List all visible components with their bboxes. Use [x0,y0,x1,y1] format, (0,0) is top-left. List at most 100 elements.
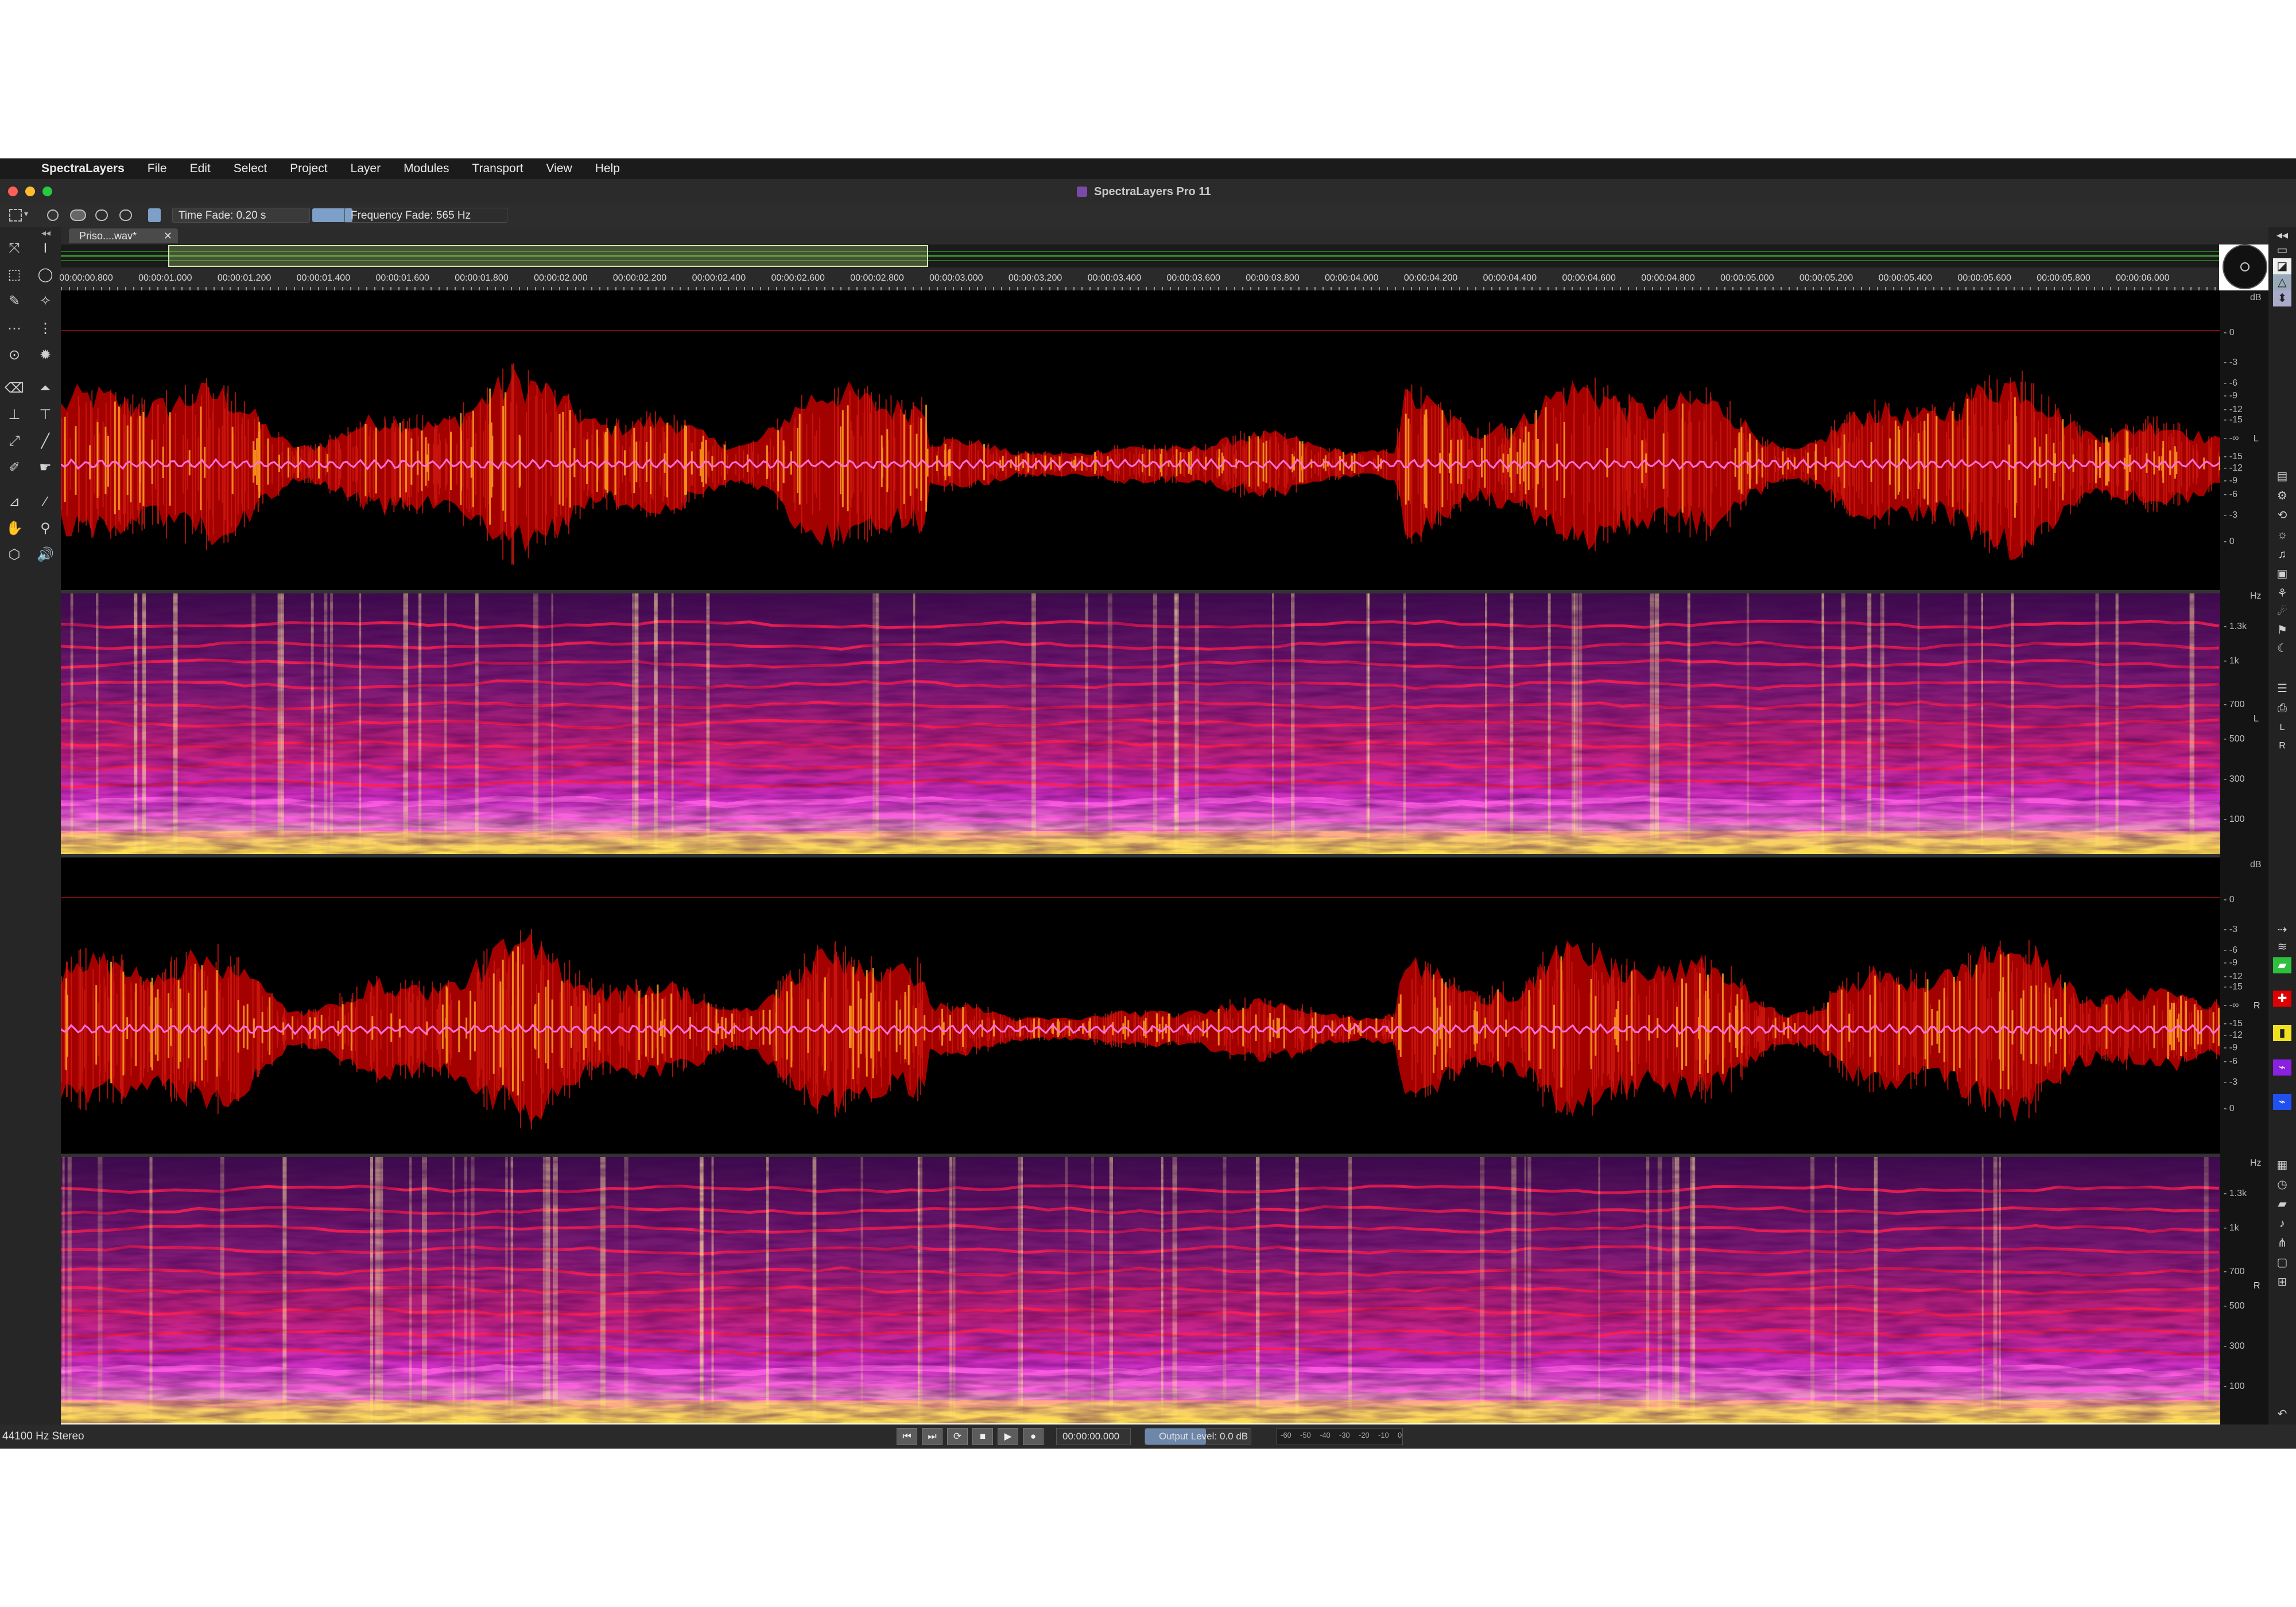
navigation-knob[interactable] [2223,244,2267,289]
frequency-fade-field[interactable]: Frequency Fade: 565 Hz [344,208,507,223]
spectro-settings-icon[interactable]: ▦ [2273,1157,2291,1173]
go-to-start-button[interactable]: ⏮ [897,1428,917,1445]
zoom-tool-icon[interactable]: ⚲ [34,518,56,539]
return-icon[interactable]: ↶ [2273,1406,2291,1422]
output-meter: -60 -50 -40 -30 -20 -10 0 [1277,1428,1403,1445]
selection-tool-icon[interactable] [9,209,22,222]
history-icon[interactable]: ⟲ [2273,507,2291,523]
smudge-tool-icon[interactable]: ☛ [34,457,56,479]
move-tool-icon[interactable]: ⤧ [3,238,25,259]
debleed-icon[interactable]: ⚑ [2273,622,2291,638]
square-icon[interactable]: ▢ [2273,1255,2291,1271]
editor-canvas[interactable] [61,290,2220,1423]
amplitude-tool-icon[interactable]: ⏶ [34,378,56,399]
stamp-icon[interactable]: ⊤ [34,404,56,426]
monitor-icon[interactable]: ⬍ [2273,290,2291,306]
menu-select[interactable]: Select [234,162,267,176]
note-icon[interactable]: ♪ [2273,1216,2291,1232]
close-window-button[interactable] [8,187,18,196]
menu-transport[interactable]: Transport [472,162,523,176]
time-display[interactable]: 00:00:00.000 [1056,1428,1131,1445]
plugin-icon[interactable]: ▣ [2273,566,2291,582]
spectral-view-icon[interactable]: ◪ [2273,258,2291,274]
collapse-toolbox-icon[interactable]: ◂◂ [41,227,51,239]
channel-right-toggle[interactable]: R [2273,738,2291,754]
clone-stamp-icon[interactable]: ⊥ [3,404,25,426]
time-fade-field[interactable]: Time Fade: 0.20 s [172,208,310,223]
printer-icon[interactable]: ⎙ [2273,700,2291,716]
rectangle-select-icon[interactable]: ⬚ [3,264,25,286]
file-tab[interactable]: Priso....wav* ✕ [69,228,178,243]
stack-icon[interactable]: ≋ [2273,939,2291,955]
unmix-icon[interactable]: ⚘ [2273,585,2291,601]
channel-label-left: L [2254,434,2259,444]
output-level-field[interactable]: Output Level: 0.0 dB [1145,1428,1251,1445]
cube-icon[interactable]: ⬡ [3,544,25,566]
ruler-tick-label: 00:00:01.600 [375,273,429,283]
speaker-icon[interactable]: 🔊 [34,544,56,566]
overview-strip[interactable] [61,244,2219,267]
pen-tool-icon[interactable]: ✐ [3,457,25,479]
spot-select-icon[interactable]: ⊙ [3,344,25,366]
layer-color-green[interactable]: ▰ [2273,957,2291,973]
menu-file[interactable]: File [148,162,167,176]
harmonics-select-icon[interactable]: ✹ [34,344,56,366]
layers-panel-icon[interactable]: ▤ [2273,468,2291,484]
color-icon[interactable]: ☼ [2273,527,2291,543]
menu-edit[interactable]: Edit [190,162,211,176]
layer-color-blue[interactable]: ⌁ [2273,1094,2291,1110]
process-panel-icon[interactable]: ⚙ [2273,488,2291,504]
display-icon[interactable]: ▭ [2273,242,2291,258]
selection-mode-new-icon[interactable] [47,209,59,221]
play-button[interactable]: ▶ [998,1428,1018,1445]
waveform-and-spectrogram[interactable] [61,290,2220,1423]
zoom-window-button[interactable] [42,187,52,196]
hand-tool-icon[interactable]: ✋ [3,518,25,539]
chevron-down-icon[interactable]: ▾ [24,209,28,219]
close-tab-icon[interactable]: ✕ [164,228,172,243]
grid-icon[interactable]: ⊞ [2273,1274,2291,1290]
go-to-end-button[interactable]: ⏭ [922,1428,943,1445]
layer-color-purple[interactable]: ⌁ [2273,1059,2291,1076]
layer-color-red[interactable]: ✚ [2273,991,2291,1007]
voice-icon[interactable]: ☾ [2273,641,2291,657]
tree-icon[interactable]: ⋔ [2273,1235,2291,1251]
denoise-icon[interactable]: ☄ [2273,604,2291,620]
selection-mode-subtract-icon[interactable] [95,209,108,221]
selection-mode-intersect-icon[interactable] [119,209,132,221]
waveform-scale-label: - -9 [2224,476,2237,486]
menu-layer[interactable]: Layer [351,162,381,176]
minimize-window-button[interactable] [25,187,35,196]
magic-wand-icon[interactable]: ✧ [34,290,56,312]
music-note-icon[interactable]: ♫ [2273,546,2291,562]
eraser-icon[interactable]: ⌫ [3,378,25,399]
arrow-right-icon[interactable]: ⇢ [2273,922,2291,938]
waveform-view-icon[interactable]: △ [2273,274,2291,290]
layer-color-yellow[interactable]: ▮ [2273,1025,2291,1041]
channel-left-toggle[interactable]: L [2273,720,2291,736]
loop-button[interactable]: ⟳ [947,1428,968,1445]
menu-help[interactable]: Help [595,162,620,176]
frequency-select-icon[interactable]: ⋯ [3,318,25,340]
time-ruler[interactable]: 00:00:00.800 00:00:01.000 00:00:01.200 00:0… [59,267,2219,290]
eyedropper-icon[interactable]: ⁄ [34,491,56,513]
folder-icon[interactable]: ▰ [2273,1196,2291,1212]
time-select-icon[interactable]: ⋮ [34,318,56,340]
time-cursor-tool-icon[interactable]: I [34,238,56,259]
brush-tool-icon[interactable]: ╱ [34,430,56,452]
brush-select-icon[interactable]: ✎ [3,290,25,312]
list-icon[interactable]: ☰ [2273,681,2291,697]
heal-tool-icon[interactable]: ⤢ [3,430,25,452]
menu-project[interactable]: Project [290,162,327,176]
clock-icon[interactable]: ◷ [2273,1177,2291,1193]
expand-panels-icon[interactable]: ◂◂ [2273,227,2291,243]
lasso-select-icon[interactable]: ◯ [34,264,56,286]
time-fade-color-swatch[interactable] [148,208,161,222]
menu-modules[interactable]: Modules [404,162,449,176]
app-menu[interactable]: SpectraLayers [41,162,125,176]
record-button[interactable]: ● [1023,1428,1044,1445]
menu-view[interactable]: View [546,162,572,176]
stop-button[interactable]: ■ [972,1428,993,1445]
selection-mode-add-icon[interactable] [70,209,86,221]
line-tool-icon[interactable]: ⊿ [3,491,25,513]
